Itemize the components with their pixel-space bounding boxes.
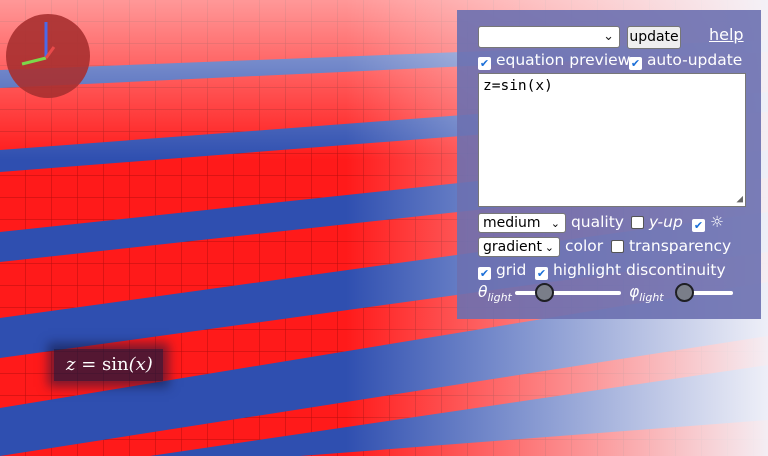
grid-label: grid [495, 261, 527, 279]
chevron-down-icon: ⌄ [544, 241, 554, 254]
color-label: color [564, 237, 604, 255]
formula-equals: = [75, 354, 103, 375]
formula-argument: (x) [128, 354, 153, 375]
transparency-label: transparency [628, 237, 732, 255]
quality-select[interactable]: medium ⌄ [478, 213, 566, 233]
equation-text: z=sin(x) [483, 78, 553, 94]
phi-light-label: φlight [629, 283, 664, 304]
auto-update-label: auto-update [646, 51, 743, 69]
theta-light-slider-thumb[interactable] [534, 283, 554, 302]
auto-update-checkbox[interactable] [629, 57, 642, 70]
chevron-down-icon: ⌄ [550, 217, 560, 230]
preset-select[interactable]: ⌄ [478, 26, 620, 48]
theta-light-slider-track[interactable] [515, 291, 621, 295]
formula-function: sin [102, 354, 129, 375]
phi-light-slider-thumb[interactable] [675, 283, 694, 302]
transparency-checkbox[interactable] [611, 240, 624, 253]
control-panel: ⌄ update help equation preview auto-upda… [457, 10, 761, 319]
resize-grip-icon[interactable]: ◢ [736, 192, 743, 205]
help-link[interactable]: help [709, 25, 744, 44]
update-button[interactable]: update [627, 26, 681, 49]
sun-icon: ☼ [709, 213, 724, 231]
quality-label: quality [570, 213, 624, 231]
color-mode-select-value: gradient [483, 239, 542, 255]
theta-light-label: θlight [478, 283, 512, 304]
formula-overlay: z = sin(x) [54, 349, 163, 381]
chevron-down-icon: ⌄ [603, 29, 614, 44]
highlight-discontinuity-checkbox[interactable] [535, 267, 548, 280]
color-mode-select[interactable]: gradient ⌄ [478, 237, 560, 257]
y-up-label: y-up [648, 213, 683, 231]
equation-preview-checkbox[interactable] [478, 57, 491, 70]
grid-checkbox[interactable] [478, 267, 491, 280]
equation-preview-label: equation preview [495, 51, 631, 69]
equation-textarea[interactable]: z=sin(x) ◢ [478, 73, 746, 207]
highlight-discontinuity-label: highlight discontinuity [552, 261, 726, 279]
axes-orientation-gizmo[interactable] [6, 14, 90, 98]
light-checkbox[interactable] [692, 219, 705, 232]
y-up-checkbox[interactable] [631, 216, 644, 229]
quality-select-value: medium [483, 215, 541, 231]
